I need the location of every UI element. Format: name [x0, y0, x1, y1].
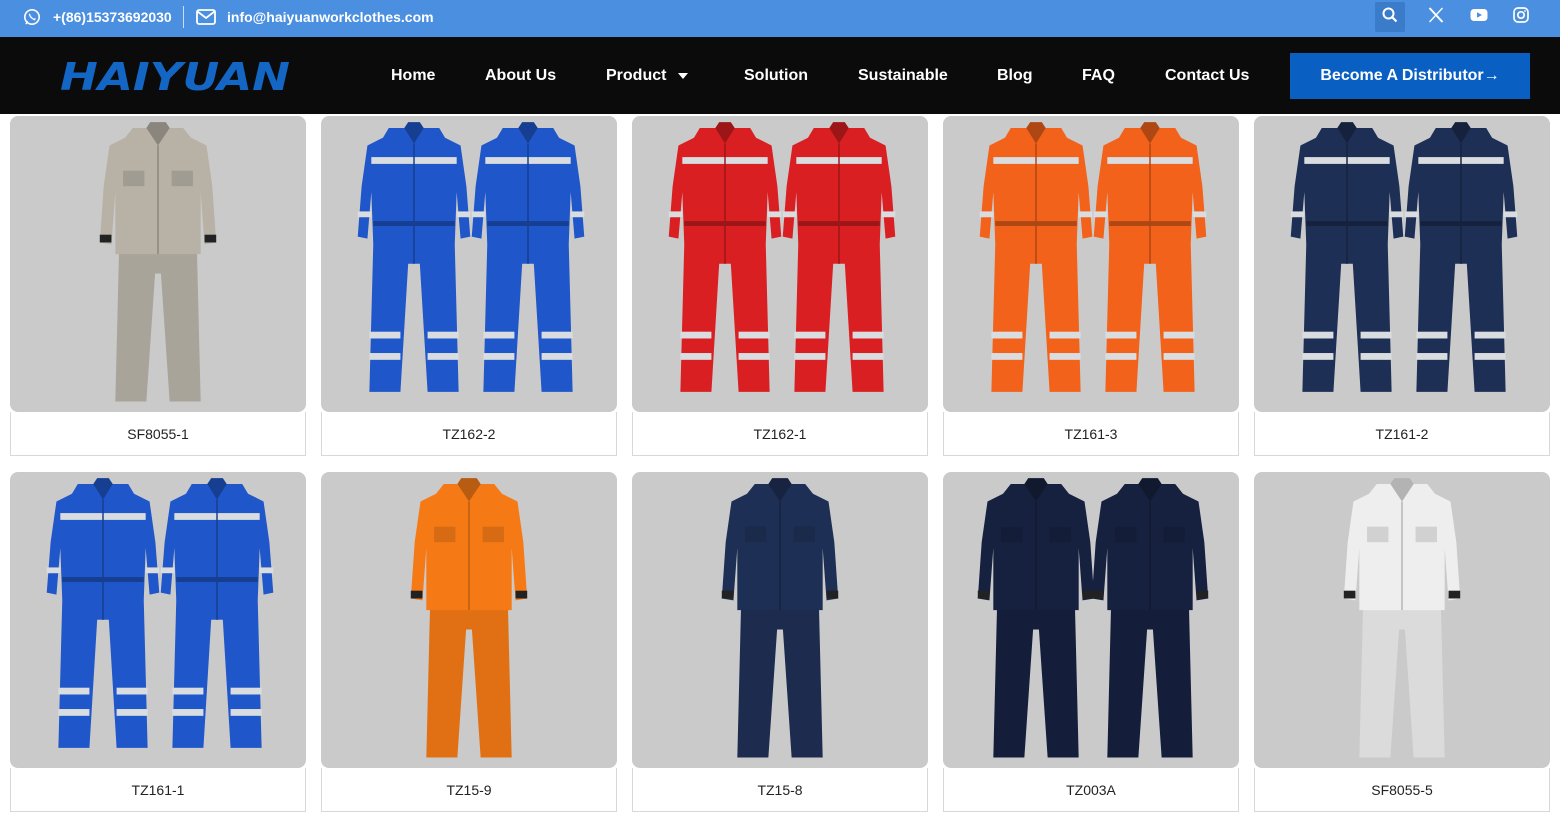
instagram-icon — [1513, 6, 1529, 28]
product-card[interactable]: TZ162-1 — [632, 116, 928, 459]
workwear-garment-illustration — [99, 122, 217, 402]
product-image[interactable] — [321, 116, 617, 412]
product-card[interactable]: TZ161-2 — [1254, 116, 1550, 459]
nav-home[interactable]: Home — [391, 37, 435, 114]
product-card[interactable]: TZ15-9 — [321, 472, 617, 815]
search-icon — [1382, 7, 1398, 28]
youtube-icon — [1470, 8, 1488, 27]
workwear-garment-illustration — [977, 478, 1209, 758]
product-code[interactable]: TZ161-2 — [1254, 412, 1550, 456]
product-image[interactable] — [632, 472, 928, 768]
product-code[interactable]: TZ15-8 — [632, 768, 928, 812]
nav-solution[interactable]: Solution — [744, 37, 808, 114]
product-card[interactable]: TZ003A — [943, 472, 1239, 815]
phone-number: +(86)15373692030 — [53, 8, 172, 25]
instagram-link[interactable] — [1506, 2, 1536, 32]
workwear-garment-illustration — [46, 478, 274, 748]
contact-divider — [183, 6, 184, 28]
product-code[interactable]: TZ162-2 — [321, 412, 617, 456]
product-grid: SF8055-1 TZ162-2 TZ162-1 TZ161-3 TZ161-2 TZ16… — [0, 114, 1560, 821]
workwear-garment-illustration — [668, 122, 896, 392]
product-card[interactable]: TZ15-8 — [632, 472, 928, 815]
main-navigation: HAIYUAN Home About Us Product Solution S… — [0, 37, 1560, 114]
workwear-garment-illustration — [1343, 478, 1461, 758]
nav-sustainable[interactable]: Sustainable — [858, 37, 948, 114]
product-card[interactable]: TZ161-3 — [943, 116, 1239, 459]
nav-blog[interactable]: Blog — [997, 37, 1033, 114]
nav-faq[interactable]: FAQ — [1082, 37, 1115, 114]
x-twitter-link[interactable] — [1421, 2, 1451, 32]
product-code[interactable]: TZ162-1 — [632, 412, 928, 456]
nav-product-label: Product — [606, 66, 667, 84]
product-card[interactable]: TZ161-1 — [10, 472, 306, 815]
product-code[interactable]: SF8055-1 — [10, 412, 306, 456]
haiyuan-logo[interactable]: HAIYUAN — [58, 55, 294, 99]
youtube-link[interactable] — [1464, 2, 1494, 32]
product-code[interactable]: SF8055-5 — [1254, 768, 1550, 812]
product-image[interactable] — [632, 116, 928, 412]
product-image[interactable] — [1254, 116, 1550, 412]
email-address: info@haiyuanworkclothes.com — [227, 8, 434, 25]
workwear-garment-illustration — [410, 478, 528, 758]
workwear-garment-illustration — [1290, 122, 1518, 392]
product-image[interactable] — [321, 472, 617, 768]
whatsapp-icon — [22, 7, 42, 27]
product-image[interactable] — [943, 472, 1239, 768]
nav-about-us[interactable]: About Us — [485, 37, 556, 114]
workwear-garment-illustration — [357, 122, 585, 392]
search-button[interactable] — [1375, 2, 1405, 32]
become-distributor-button[interactable]: Become A Distributor→ — [1290, 53, 1530, 99]
product-card[interactable]: TZ162-2 — [321, 116, 617, 459]
product-code[interactable]: TZ161-1 — [10, 768, 306, 812]
product-code[interactable]: TZ003A — [943, 768, 1239, 812]
workwear-garment-illustration — [721, 478, 839, 758]
nav-product[interactable]: Product — [606, 37, 689, 114]
product-card[interactable]: SF8055-5 — [1254, 472, 1550, 815]
caret-down-icon — [678, 72, 689, 79]
x-twitter-icon — [1428, 6, 1444, 28]
product-image[interactable] — [1254, 472, 1550, 768]
top-contact-bar: +(86)15373692030 info@haiyuanworkclothes… — [0, 0, 1560, 37]
workwear-garment-illustration — [979, 122, 1207, 392]
product-image[interactable] — [10, 472, 306, 768]
mail-icon — [196, 7, 216, 27]
email-contact[interactable]: info@haiyuanworkclothes.com — [196, 0, 434, 33]
product-code[interactable]: TZ15-9 — [321, 768, 617, 812]
product-code[interactable]: TZ161-3 — [943, 412, 1239, 456]
nav-contact-us[interactable]: Contact Us — [1165, 37, 1249, 114]
product-image[interactable] — [943, 116, 1239, 412]
product-image[interactable] — [10, 116, 306, 412]
logo-text: HAIYUAN — [60, 58, 290, 94]
phone-contact[interactable]: +(86)15373692030 — [22, 0, 172, 33]
product-card[interactable]: SF8055-1 — [10, 116, 306, 459]
